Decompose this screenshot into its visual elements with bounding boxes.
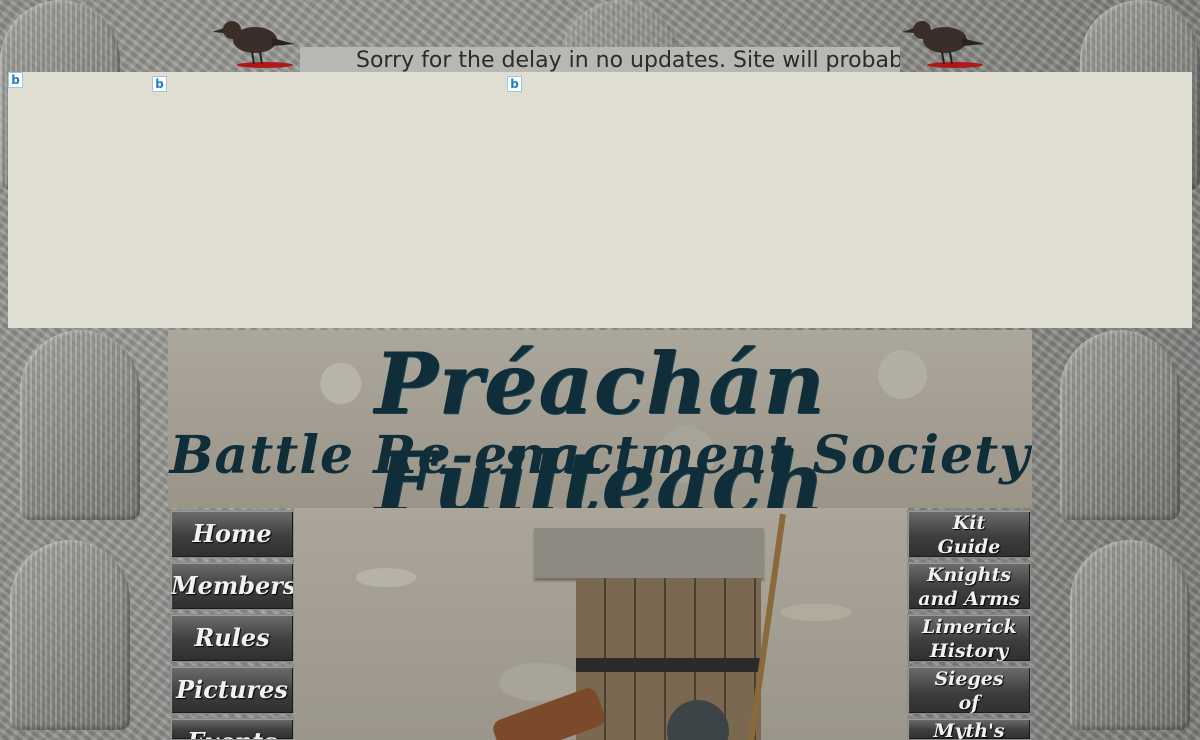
stone-lintel (534, 528, 764, 578)
nav-kit-guide-button[interactable]: Kit Guide (907, 510, 1031, 558)
crow-icon (212, 21, 295, 68)
nav-home-button[interactable]: Home (170, 510, 294, 558)
bing-icon[interactable]: b (152, 76, 167, 92)
castle-door-photo (294, 508, 908, 740)
nav-knights-and-arms-label: Knights and Arms (918, 564, 1020, 610)
nav-events-label: Events (187, 727, 277, 739)
background-shield (1060, 330, 1180, 520)
bing-icon[interactable]: b (507, 76, 522, 92)
nav-sieges-of-limerick-button[interactable]: Sieges of Limerick (907, 666, 1031, 714)
background-shield (10, 540, 130, 730)
announcement-marquee: Sorry for the delay in no updates. Site … (300, 47, 900, 72)
door-hinge (576, 658, 761, 672)
background-shield (1070, 540, 1190, 730)
nav-kit-guide-label: Kit Guide (937, 512, 1001, 558)
nav-myths-button[interactable]: Myth's and (907, 718, 1031, 740)
nav-knights-and-arms-button[interactable]: Knights and Arms (907, 562, 1031, 610)
background-shield (20, 330, 140, 520)
nav-pictures-label: Pictures (176, 675, 288, 704)
announcement-text: Sorry for the delay in no updates. Site … (356, 48, 900, 72)
nav-home-label: Home (192, 519, 272, 548)
nav-pictures-button[interactable]: Pictures (170, 666, 294, 714)
nav-events-button[interactable]: Events (170, 718, 294, 740)
ad-panel[interactable] (8, 72, 1192, 328)
nav-myths-label: Myth's and (933, 720, 1005, 740)
bing-icon[interactable]: b (8, 72, 23, 88)
nav-sieges-of-limerick-label: Sieges of Limerick (934, 668, 1004, 714)
nav-rules-label: Rules (194, 623, 270, 652)
site-subtitle: Battle Re-enactment Society (169, 425, 1031, 486)
nav-limerick-history-button[interactable]: Limerick History (907, 614, 1031, 662)
site-banner: Préachán Fuilteach Battle Re-enactment S… (168, 330, 1032, 508)
nav-rules-button[interactable]: Rules (170, 614, 294, 662)
nav-members-label: Members (171, 571, 294, 600)
nav-limerick-history-label: Limerick History (922, 616, 1017, 662)
crow-icon (902, 21, 985, 68)
nav-members-button[interactable]: Members (170, 562, 294, 610)
